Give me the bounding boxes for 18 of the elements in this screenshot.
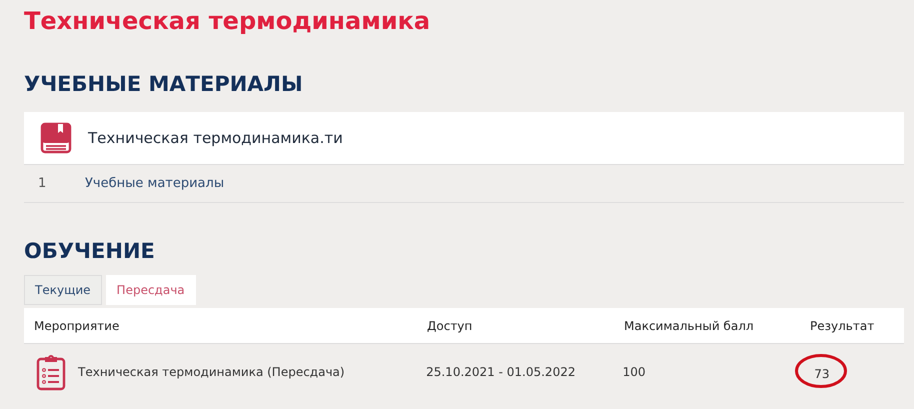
- course-title: Техническая термодинамика.ти: [88, 129, 343, 147]
- book-icon: [40, 122, 72, 154]
- tab[interactable]: Текущие: [24, 275, 102, 305]
- column-header: Результат: [810, 318, 876, 332]
- column-header: Максимальный балл: [624, 318, 755, 332]
- materials-link[interactable]: Учебные материалы: [85, 176, 224, 191]
- section-heading: УЧЕБНЫЕ МАТЕРИАЛЫ: [24, 71, 304, 98]
- page-title: Техническая термодинамика: [24, 6, 432, 36]
- table-cell-text: 25.10.2021 - 01.05.2022: [426, 365, 576, 379]
- table-cell: 73: [814, 366, 830, 380]
- column-header: Доступ: [427, 318, 474, 332]
- clipboard-icon: [36, 353, 66, 391]
- item-number: 1: [37, 176, 48, 191]
- table-cell: Техническая термодинамика (Пересдача): [78, 365, 345, 379]
- tab[interactable]: Пересдача: [106, 275, 196, 305]
- table-cell-text: 100: [622, 365, 647, 379]
- column-header: Мероприятие: [33, 318, 120, 332]
- section-heading: ОБУЧЕНИЕ: [24, 238, 156, 265]
